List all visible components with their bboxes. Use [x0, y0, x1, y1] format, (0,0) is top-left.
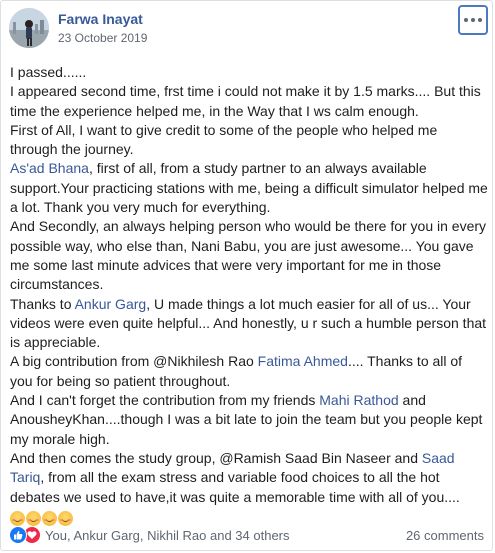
post-card: Farwa Inayat 23 October 2019 I passed...…	[0, 0, 493, 551]
post-paragraph: First of All, I want to give credit to s…	[10, 121, 488, 160]
ellipsis-icon	[464, 18, 468, 22]
paragraph-text: And I can't forget the contribution from…	[10, 392, 320, 409]
paragraph-text: First of All, I want to give credit to s…	[10, 121, 438, 158]
paragraph-text: Thanks to	[10, 295, 75, 312]
post-body: I passed...... I appeared second time, fr…	[10, 63, 488, 528]
avatar-photo	[9, 8, 49, 48]
avatar[interactable]	[9, 8, 49, 48]
more-options-button[interactable]	[458, 5, 488, 35]
like-reaction-icon	[9, 526, 27, 544]
paragraph-text: A big contribution from @Nikhilesh Rao	[10, 353, 258, 370]
paragraph-text: And then comes the study group, @Ramish …	[10, 449, 422, 466]
post-paragraph: And Secondly, an always helping person w…	[10, 217, 488, 294]
mention-link[interactable]: Fatima Ahmed	[258, 353, 348, 369]
paragraph-text: And Secondly, an always helping person w…	[10, 218, 487, 293]
mention-link[interactable]: Ankur Garg	[75, 296, 147, 312]
post-footer: You, Ankur Garg, Nikhil Rao and 34 other…	[9, 524, 484, 546]
post-paragraph: And I can't forget the contribution from…	[10, 391, 488, 449]
post-paragraph: I passed......	[10, 63, 488, 82]
paragraph-text: , from all the exam stress and variable …	[10, 469, 460, 505]
post-header: Farwa Inayat 23 October 2019	[9, 8, 147, 48]
author-name[interactable]: Farwa Inayat	[58, 10, 147, 28]
mention-link[interactable]: Mahi Rathod	[319, 392, 398, 408]
comments-count[interactable]: 26 comments	[406, 528, 484, 543]
post-paragraph: And then comes the study group, @Ramish …	[10, 449, 488, 507]
post-paragraph: I appeared second time, frst time i coul…	[10, 82, 488, 121]
mention-link[interactable]: As'ad Bhana	[10, 160, 89, 176]
paragraph-text: I appeared second time, frst time i coul…	[10, 83, 481, 119]
post-paragraph: Thanks to Ankur Garg, U made things a lo…	[10, 295, 488, 353]
paragraph-text: I passed......	[10, 64, 87, 80]
likers-summary[interactable]: You, Ankur Garg, Nikhil Rao and 34 other…	[45, 528, 406, 543]
post-paragraph: As'ad Bhana, first of all, from a study …	[10, 159, 488, 217]
post-date[interactable]: 23 October 2019	[58, 30, 147, 46]
reaction-icons[interactable]	[9, 526, 41, 544]
post-paragraph: A big contribution from @Nikhilesh Rao F…	[10, 352, 488, 391]
